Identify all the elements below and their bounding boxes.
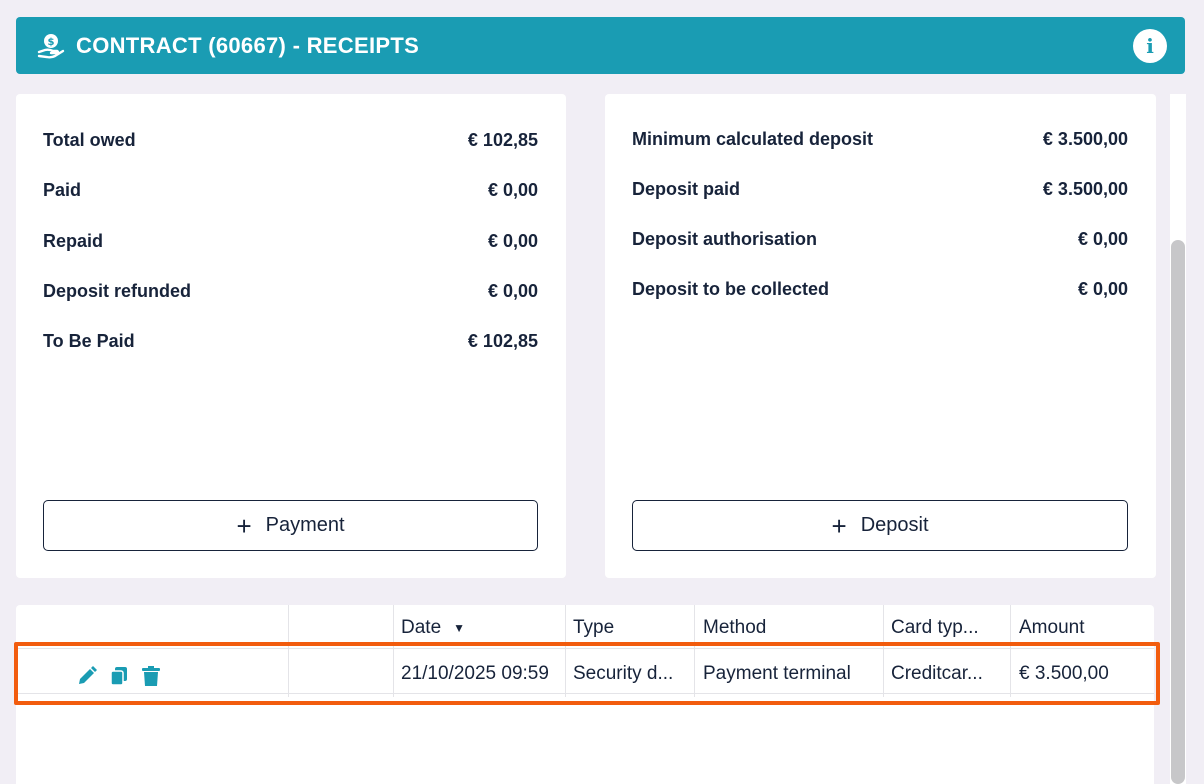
deposit-summary-card: Minimum calculated deposit € 3.500,00 De…: [605, 94, 1156, 578]
plus-icon: +: [831, 510, 847, 541]
cell-card-type: Creditcar...: [891, 663, 983, 684]
summary-row-deposit-paid: Deposit paid € 3.500,00: [632, 179, 1128, 200]
summary-row-deposit-to-be-collected: Deposit to be collected € 0,00: [632, 279, 1128, 300]
summary-row-paid: Paid € 0,00: [43, 180, 538, 201]
summary-label: Paid: [43, 180, 82, 200]
sort-desc-icon: ▼: [453, 620, 466, 635]
trash-icon[interactable]: [140, 664, 162, 688]
header-bar: $ CONTRACT (60667) - RECEIPTS i: [16, 17, 1185, 74]
copy-icon[interactable]: [108, 664, 130, 688]
hand-money-icon: $: [36, 31, 66, 61]
add-deposit-button[interactable]: + Deposit: [632, 500, 1128, 551]
cell-method: Payment terminal: [703, 663, 851, 684]
summary-value: € 0,00: [1077, 279, 1128, 299]
column-divider: [694, 605, 695, 697]
add-payment-label: Payment: [265, 514, 345, 536]
summary-label: Deposit to be collected: [632, 279, 830, 299]
page-title: CONTRACT (60667) - RECEIPTS: [76, 32, 420, 58]
summary-row-repaid: Repaid € 0,00: [43, 231, 538, 252]
scrollbar-thumb[interactable]: [1171, 240, 1185, 784]
cell-type: Security d...: [573, 663, 674, 684]
payment-summary-card: Total owed € 102,85 Paid € 0,00 Repaid €…: [16, 94, 566, 578]
summary-label: Repaid: [43, 231, 104, 251]
add-deposit-label: Deposit: [860, 514, 929, 536]
summary-value: € 0,00: [487, 231, 538, 251]
plus-icon: +: [236, 510, 252, 541]
receipts-table: Date ▼ Type Method Card typ... Amount 21/…: [16, 605, 1154, 784]
summary-label: Deposit authorisation: [632, 229, 818, 249]
column-divider: [393, 605, 394, 697]
summary-row-deposit-refunded: Deposit refunded € 0,00: [43, 281, 538, 302]
summary-value: € 3.500,00: [1042, 129, 1128, 149]
summary-value: € 0,00: [487, 281, 538, 301]
summary-value: € 102,85: [467, 331, 538, 351]
column-header-date[interactable]: Date ▼: [401, 617, 465, 639]
column-header-method[interactable]: Method: [703, 617, 766, 639]
row-actions: [76, 664, 162, 688]
summary-label: To Be Paid: [43, 331, 135, 351]
row-divider: [16, 693, 1154, 694]
info-icon[interactable]: i: [1133, 29, 1167, 63]
add-payment-button[interactable]: + Payment: [43, 500, 538, 551]
summary-value: € 102,85: [467, 130, 538, 150]
edit-icon[interactable]: [76, 664, 98, 688]
summary-label: Deposit paid: [632, 179, 741, 199]
column-header-amount[interactable]: Amount: [1019, 617, 1084, 639]
summary-label: Deposit refunded: [43, 281, 192, 301]
column-header-type[interactable]: Type: [573, 617, 614, 639]
column-divider: [1010, 605, 1011, 697]
column-header-card-type[interactable]: Card typ...: [891, 617, 979, 639]
summary-label: Total owed: [43, 130, 136, 150]
summary-value: € 0,00: [1077, 229, 1128, 249]
summary-row-to-be-paid: To Be Paid € 102,85: [43, 331, 538, 352]
summary-value: € 0,00: [487, 180, 538, 200]
cell-date: 21/10/2025 09:59: [401, 663, 549, 684]
summary-value: € 3.500,00: [1042, 179, 1128, 199]
summary-row-deposit-authorisation: Deposit authorisation € 0,00: [632, 229, 1128, 250]
summary-row-total-owed: Total owed € 102,85: [43, 130, 538, 151]
column-divider: [288, 605, 289, 697]
svg-text:$: $: [48, 37, 55, 48]
cell-amount: € 3.500,00: [1019, 663, 1109, 684]
column-divider: [883, 605, 884, 697]
summary-label: Minimum calculated deposit: [632, 129, 874, 149]
summary-row-minimum-deposit: Minimum calculated deposit € 3.500,00: [632, 129, 1128, 150]
column-divider: [565, 605, 566, 697]
